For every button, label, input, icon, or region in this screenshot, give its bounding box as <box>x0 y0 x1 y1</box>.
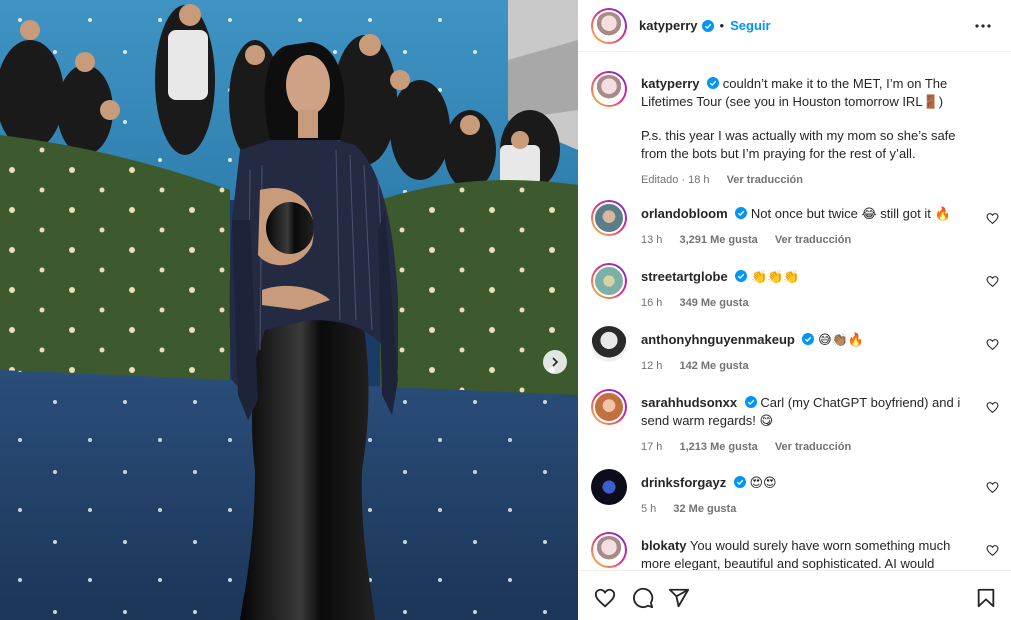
post-actions-bar <box>578 570 1011 620</box>
commenter-avatar[interactable] <box>591 326 627 362</box>
verified-badge-icon <box>744 396 757 408</box>
post-header: katyperry • Seguir <box>578 0 1011 52</box>
post-caption: katyperry couldn’t make it to the MET, I… <box>591 71 1001 191</box>
heart-icon[interactable] <box>986 338 999 351</box>
heart-icon[interactable] <box>986 275 999 288</box>
comment-item: streetartglobe 👏👏👏 16 h 349 Me gusta <box>591 263 1001 315</box>
comment-likes[interactable]: 142 Me gusta <box>679 360 748 372</box>
comment-item: blokaty You would surely have worn somet… <box>591 532 1001 570</box>
comment-time: 12 h <box>641 360 663 372</box>
heart-icon[interactable] <box>986 212 999 225</box>
comment-likes[interactable]: 1,213 Me gusta <box>679 441 757 453</box>
author-avatar[interactable] <box>591 71 627 107</box>
share-icon[interactable] <box>668 587 690 609</box>
comment-text: 😍😍 <box>749 475 777 490</box>
comment-time: 17 h <box>641 441 663 453</box>
comment-username[interactable]: sarahhudsonxx <box>641 395 737 410</box>
verified-badge-icon <box>707 77 720 89</box>
comment-text: 😅👏🏽🔥 <box>818 332 865 347</box>
verified-badge-icon <box>735 207 748 219</box>
comment-username[interactable]: drinksforgayz <box>641 475 726 490</box>
comment-likes[interactable]: 32 Me gusta <box>673 503 736 515</box>
comment-time: 13 h <box>641 234 663 246</box>
comment-item: anthonyhnguyenmakeup 😅👏🏽🔥 12 h 142 Me gu… <box>591 326 1001 378</box>
comment-icon[interactable] <box>632 587 654 609</box>
chevron-right-icon <box>552 357 559 367</box>
caption-ps: P.s. this year I was actually with my mo… <box>641 128 956 161</box>
comment-item: orlandobloom Not once but twice 😂 still … <box>591 200 1001 252</box>
heart-icon[interactable] <box>986 481 999 494</box>
comment-username[interactable]: anthonyhnguyenmakeup <box>641 332 795 347</box>
comment-username[interactable]: streetartglobe <box>641 269 728 284</box>
comment-text: 👏👏👏 <box>750 269 800 284</box>
commenter-avatar[interactable] <box>591 263 627 299</box>
commenter-avatar[interactable] <box>591 200 627 236</box>
caption-meta: Editado · 18 h <box>641 174 710 186</box>
verified-badge-icon <box>735 270 748 282</box>
comment-likes[interactable]: 349 Me gusta <box>679 297 748 309</box>
met-gala-photo <box>0 0 578 620</box>
commenter-avatar[interactable] <box>591 532 627 568</box>
author-username[interactable]: katyperry <box>639 18 698 33</box>
comment-username[interactable]: orlandobloom <box>641 206 728 221</box>
comment-translate-link[interactable]: Ver traducción <box>775 234 851 246</box>
follow-button[interactable]: Seguir <box>730 18 770 33</box>
comment-time: 5 h <box>641 503 657 515</box>
author-avatar[interactable] <box>591 7 627 44</box>
comment-translate-link[interactable]: Ver traducción <box>775 441 851 453</box>
commenter-avatar[interactable] <box>591 469 627 505</box>
verified-badge-icon <box>701 19 714 32</box>
more-options-icon[interactable] <box>973 16 993 36</box>
comment-item: sarahhudsonxx Carl (my ChatGPT boyfriend… <box>591 389 1001 459</box>
heart-icon[interactable] <box>986 401 999 414</box>
verified-badge-icon <box>733 476 746 488</box>
comment-username[interactable]: blokaty <box>641 538 687 553</box>
comment-text: Not once but twice 😂 still got it 🔥 <box>750 206 951 221</box>
separator-dot: • <box>719 18 725 33</box>
caption-username[interactable]: katyperry <box>641 76 700 91</box>
comment-time: 16 h <box>641 297 663 309</box>
caption-translate-link[interactable]: Ver traducción <box>727 174 803 186</box>
post-panel: katyperry • Seguir katyperry couldn’t ma… <box>578 0 1011 620</box>
comment-likes[interactable]: 3,291 Me gusta <box>679 234 757 246</box>
verified-badge-icon <box>802 333 815 345</box>
heart-icon[interactable] <box>986 544 999 557</box>
post-image[interactable] <box>0 0 578 620</box>
like-heart-icon[interactable] <box>594 587 616 609</box>
comment-item: drinksforgayz 😍😍 5 h 32 Me gusta <box>591 469 1001 521</box>
bookmark-icon[interactable] <box>975 587 997 609</box>
commenter-avatar[interactable] <box>591 389 627 425</box>
comments-list[interactable]: katyperry couldn’t make it to the MET, I… <box>578 53 1011 570</box>
comment-text: You would surely have worn something muc… <box>641 538 951 570</box>
carousel-next-button[interactable] <box>543 350 567 374</box>
